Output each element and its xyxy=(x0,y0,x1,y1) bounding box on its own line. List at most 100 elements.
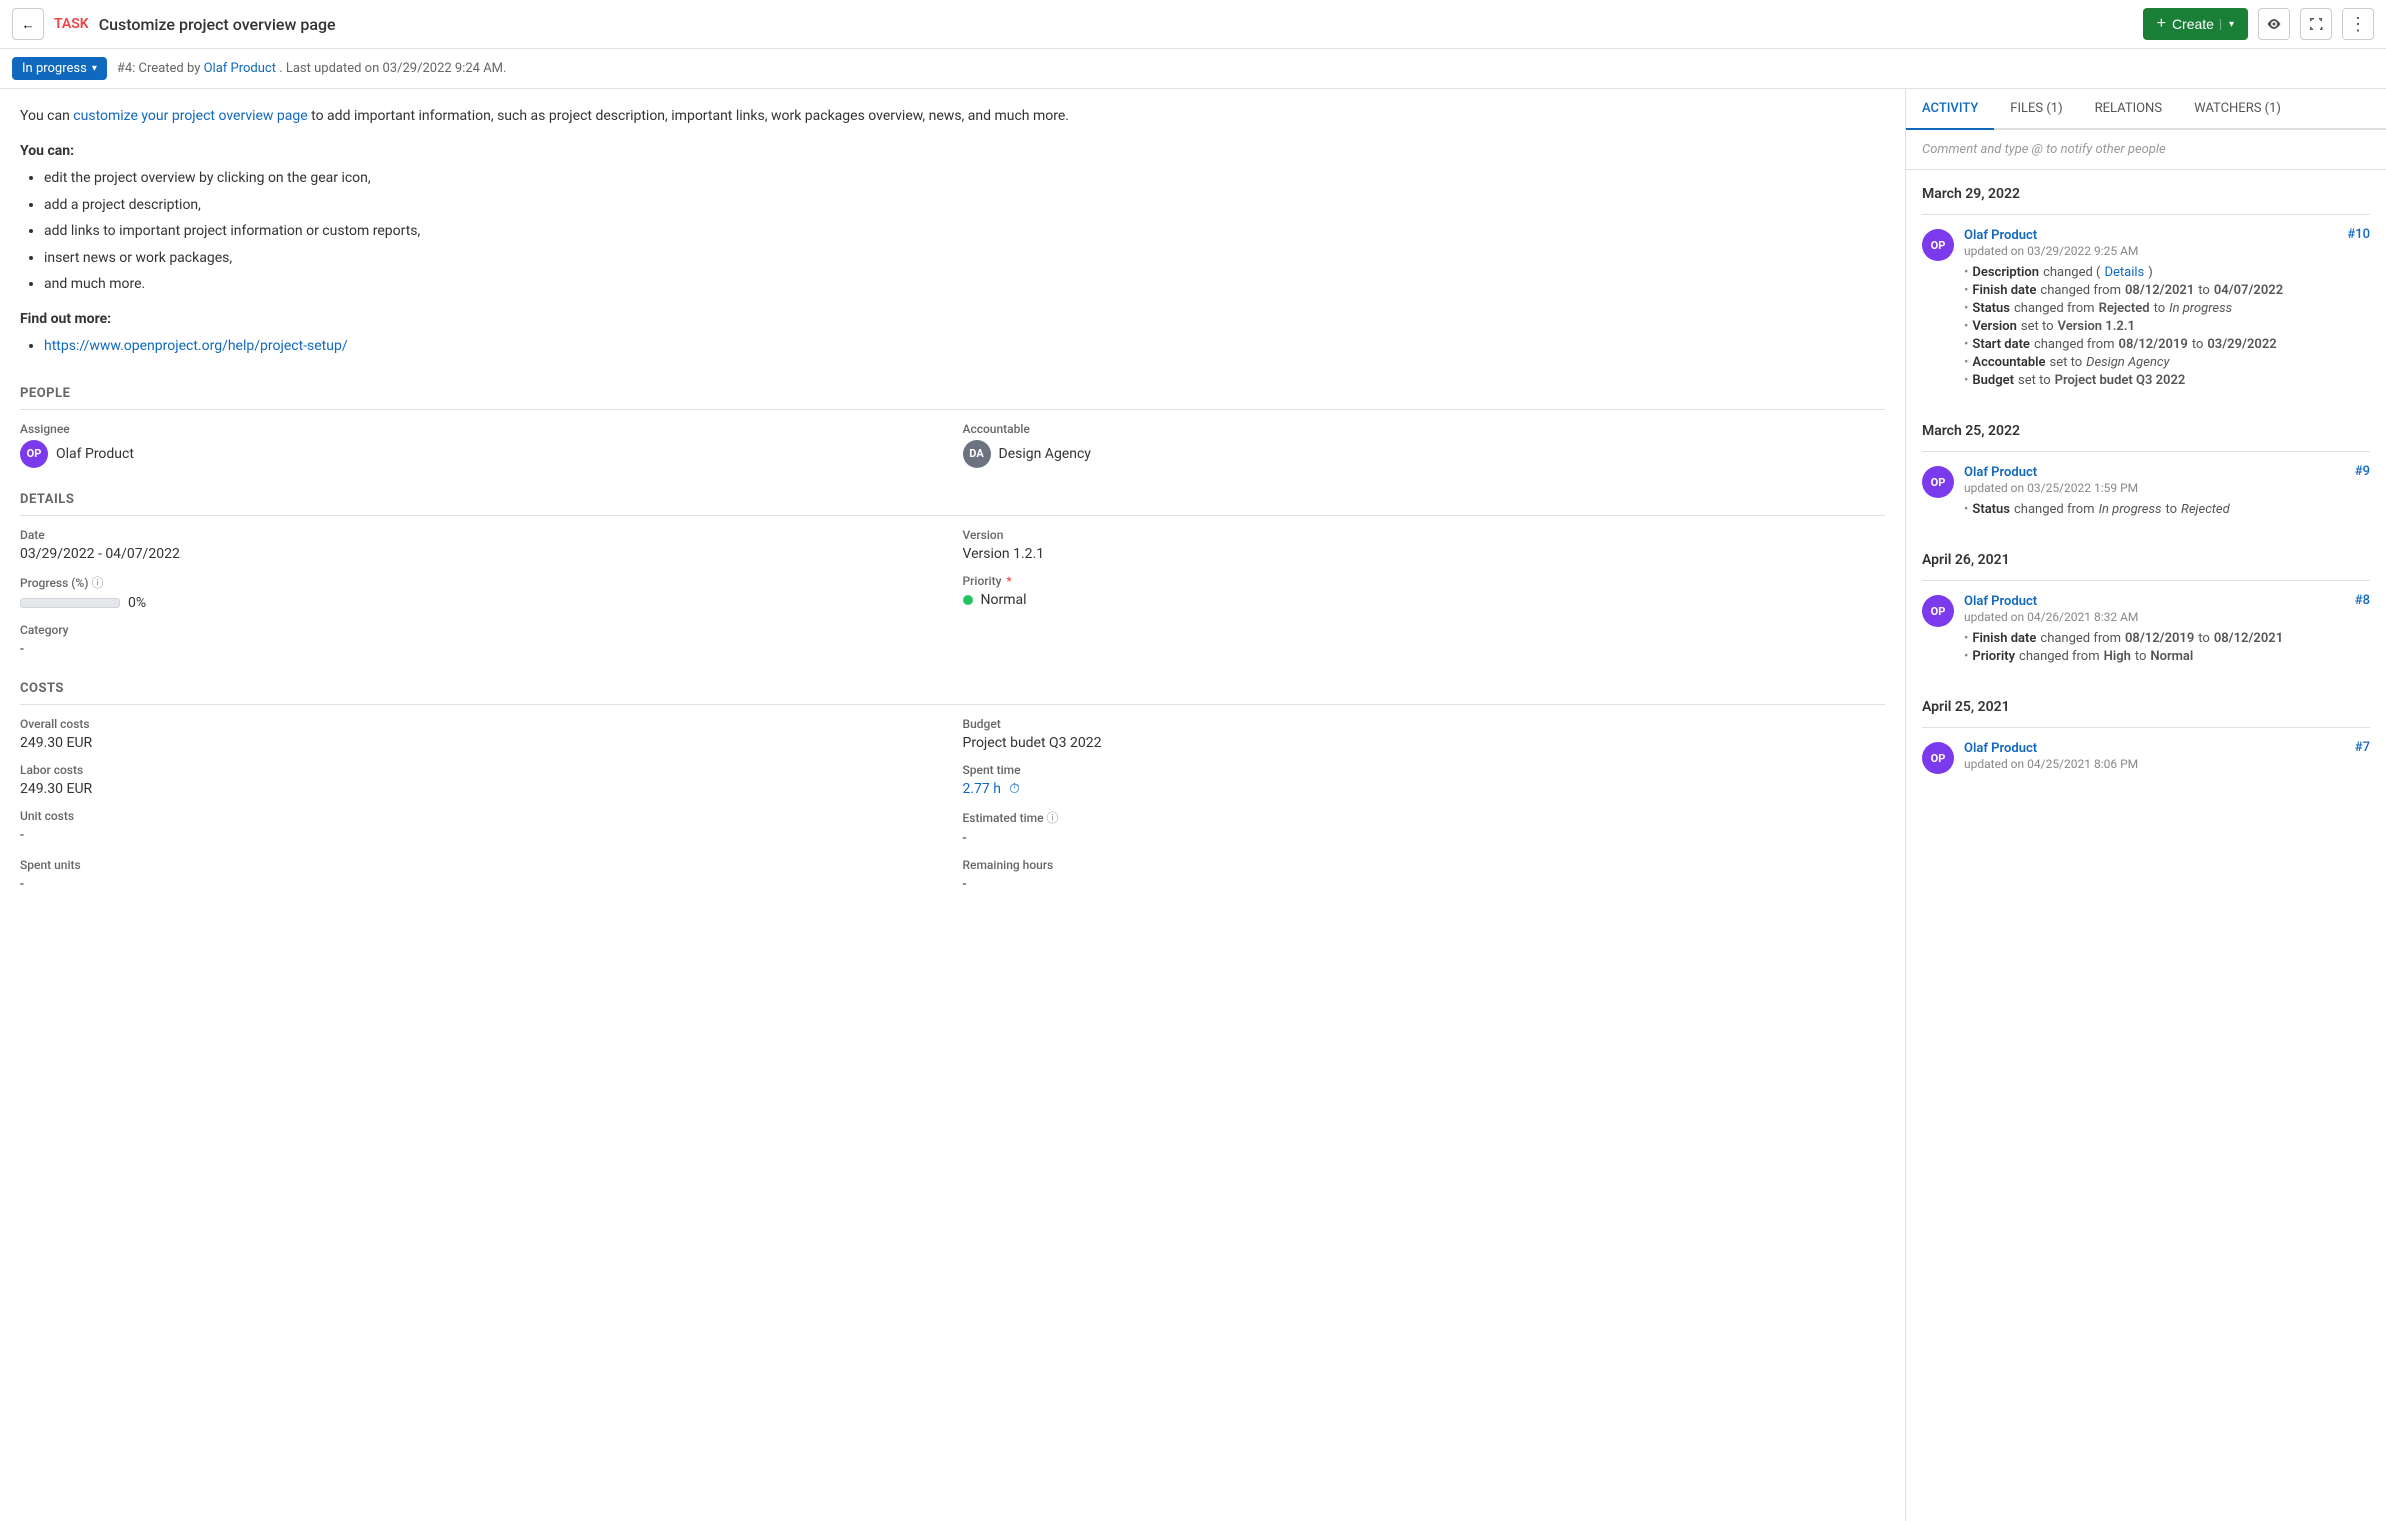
main-layout: You can customize your project overview … xyxy=(0,89,2386,1521)
activity-item: OP Olaf Product updated on 03/29/2022 9:… xyxy=(1922,227,2370,391)
list-item: and much more. xyxy=(44,273,1885,295)
activity-content: Olaf Product updated on 03/29/2022 9:25 … xyxy=(1964,227,2370,391)
meta-text: #4: Created by Olaf Product . Last updat… xyxy=(117,61,507,76)
change-item: Start date changed from 08/12/2019 to 03… xyxy=(1964,337,2370,352)
activity-avatar: OP xyxy=(1922,742,1954,774)
labor-costs-field: Labor costs 249.30 EUR xyxy=(20,763,943,797)
activity-content: Olaf Product updated on 04/25/2021 8:06 … xyxy=(1964,740,2370,774)
date-value: 03/29/2022 - 04/07/2022 xyxy=(20,546,943,562)
overall-costs-label: Overall costs xyxy=(20,717,943,731)
tab-watchers[interactable]: WATCHERS (1) xyxy=(2178,89,2297,130)
activity-avatar: OP xyxy=(1922,595,1954,627)
activity-item: OP Olaf Product updated on 04/25/2021 8:… xyxy=(1922,740,2370,774)
category-label: Category xyxy=(20,623,943,637)
activity-date: updated on 03/25/2022 1:59 PM xyxy=(1964,481,2138,495)
activity-header: Olaf Product updated on 04/25/2021 8:06 … xyxy=(1964,740,2370,772)
date-label: Date xyxy=(20,528,943,542)
expand-button[interactable] xyxy=(2300,8,2332,40)
list-item: insert news or work packages, xyxy=(44,247,1885,269)
progress-field: Progress (%) ⓘ 0% xyxy=(20,574,943,611)
activity-num[interactable]: #8 xyxy=(2355,593,2370,608)
activity-changes: Status changed from In progress to Rejec… xyxy=(1964,502,2370,517)
details-grid: Date 03/29/2022 - 04/07/2022 Version Ver… xyxy=(20,528,1885,657)
activity-avatar: OP xyxy=(1922,466,1954,498)
tab-relations[interactable]: RELATIONS xyxy=(2079,89,2178,130)
priority-value: Normal xyxy=(963,592,1886,608)
assignee-value: OP Olaf Product xyxy=(20,440,943,468)
activity-content: Olaf Product updated on 04/26/2021 8:32 … xyxy=(1964,593,2370,667)
accountable-name: Design Agency xyxy=(999,446,1091,462)
activity-num[interactable]: #10 xyxy=(2347,227,2370,242)
author-link[interactable]: Olaf Product xyxy=(204,61,276,76)
priority-label: Priority * xyxy=(963,574,1886,588)
activity-date: updated on 03/29/2022 9:25 AM xyxy=(1964,244,2138,258)
you-can-label: You can: xyxy=(20,143,1885,159)
comment-box[interactable]: Comment and type @ to notify other peopl… xyxy=(1906,130,2386,170)
spent-time-link[interactable]: 2.77 h xyxy=(963,781,1001,797)
more-icon: ⋮ xyxy=(2349,14,2367,35)
change-item: Status changed from Rejected to In progr… xyxy=(1964,301,2370,316)
estimated-help-icon[interactable]: ⓘ xyxy=(1047,811,1059,825)
unit-costs-field: Unit costs - xyxy=(20,809,943,846)
activity-num[interactable]: #7 xyxy=(2355,740,2370,755)
overview-link[interactable]: customize your project overview page xyxy=(73,108,307,124)
assignee-label: Assignee xyxy=(20,422,943,436)
status-badge[interactable]: In progress ▾ xyxy=(12,57,107,80)
activity-changes: Finish date changed from 08/12/2019 to 0… xyxy=(1964,631,2370,664)
activity-item: OP Olaf Product updated on 04/26/2021 8:… xyxy=(1922,593,2370,667)
change-item: Priority changed from High to Normal xyxy=(1964,649,2370,664)
progress-label: Progress (%) ⓘ xyxy=(20,574,943,591)
version-field: Version Version 1.2.1 xyxy=(963,528,1886,562)
activity-user: Olaf Product xyxy=(1964,228,2037,243)
create-plus-icon: + xyxy=(2157,15,2166,33)
back-button[interactable]: ← xyxy=(12,8,44,40)
activity-date: updated on 04/25/2021 8:06 PM xyxy=(1964,757,2138,771)
unit-costs-value: - xyxy=(20,827,943,843)
activity-user: Olaf Product xyxy=(1964,594,2037,609)
progress-help-icon[interactable]: ⓘ xyxy=(91,576,103,590)
date-divider: April 25, 2021 xyxy=(1922,683,2370,723)
list-item: add a project description, xyxy=(44,194,1885,216)
change-item: Budget set to Project budet Q3 2022 xyxy=(1964,373,2370,388)
tabs: ACTIVITY FILES (1) RELATIONS WATCHERS (1… xyxy=(1906,89,2386,130)
labor-costs-value: 249.30 EUR xyxy=(20,781,943,797)
project-setup-link[interactable]: https://www.openproject.org/help/project… xyxy=(44,338,348,354)
details-link[interactable]: Details xyxy=(2104,265,2144,280)
create-button[interactable]: + Create ▾ xyxy=(2143,8,2248,40)
priority-field: Priority * Normal xyxy=(963,574,1886,611)
estimated-time-value: - xyxy=(963,830,1886,846)
description-intro: You can customize your project overview … xyxy=(20,105,1885,127)
remaining-hours-value: - xyxy=(963,876,1886,892)
divider-line xyxy=(1922,451,2370,452)
version-label: Version xyxy=(963,528,1886,542)
tab-files[interactable]: FILES (1) xyxy=(1994,89,2078,130)
page-title: Customize project overview page xyxy=(99,15,336,34)
assignee-avatar: OP xyxy=(20,440,48,468)
list-item: edit the project overview by clicking on… xyxy=(44,167,1885,189)
url-list: https://www.openproject.org/help/project… xyxy=(20,335,1885,357)
spent-units-label: Spent units xyxy=(20,858,943,872)
budget-field: Budget Project budet Q3 2022 xyxy=(963,717,1886,751)
change-item: Status changed from In progress to Rejec… xyxy=(1964,502,2370,517)
date-divider: April 26, 2021 xyxy=(1922,536,2370,576)
more-button[interactable]: ⋮ xyxy=(2342,8,2374,40)
preview-button[interactable] xyxy=(2258,8,2290,40)
overall-costs-field: Overall costs 249.30 EUR xyxy=(20,717,943,751)
time-icon[interactable]: ⏱ xyxy=(1009,781,1020,797)
expand-icon xyxy=(2308,16,2324,32)
tab-activity[interactable]: ACTIVITY xyxy=(1906,89,1994,130)
status-label: In progress xyxy=(22,61,87,76)
labor-costs-label: Labor costs xyxy=(20,763,943,777)
activity-num[interactable]: #9 xyxy=(2355,464,2370,479)
activity-date: updated on 04/26/2021 8:32 AM xyxy=(1964,610,2138,624)
activity-header: Olaf Product updated on 04/26/2021 8:32 … xyxy=(1964,593,2370,625)
activity-user: Olaf Product xyxy=(1964,465,2037,480)
find-out-label: Find out more: xyxy=(20,311,1885,327)
list-item: add links to important project informati… xyxy=(44,220,1885,242)
activity-avatar: OP xyxy=(1922,229,1954,261)
costs-section-title: COSTS xyxy=(20,669,1885,705)
remaining-hours-field: Remaining hours - xyxy=(963,858,1886,892)
accountable-avatar: DA xyxy=(963,440,991,468)
header: ← TASK Customize project overview page +… xyxy=(0,0,2386,49)
estimated-time-field: Estimated time ⓘ - xyxy=(963,809,1886,846)
